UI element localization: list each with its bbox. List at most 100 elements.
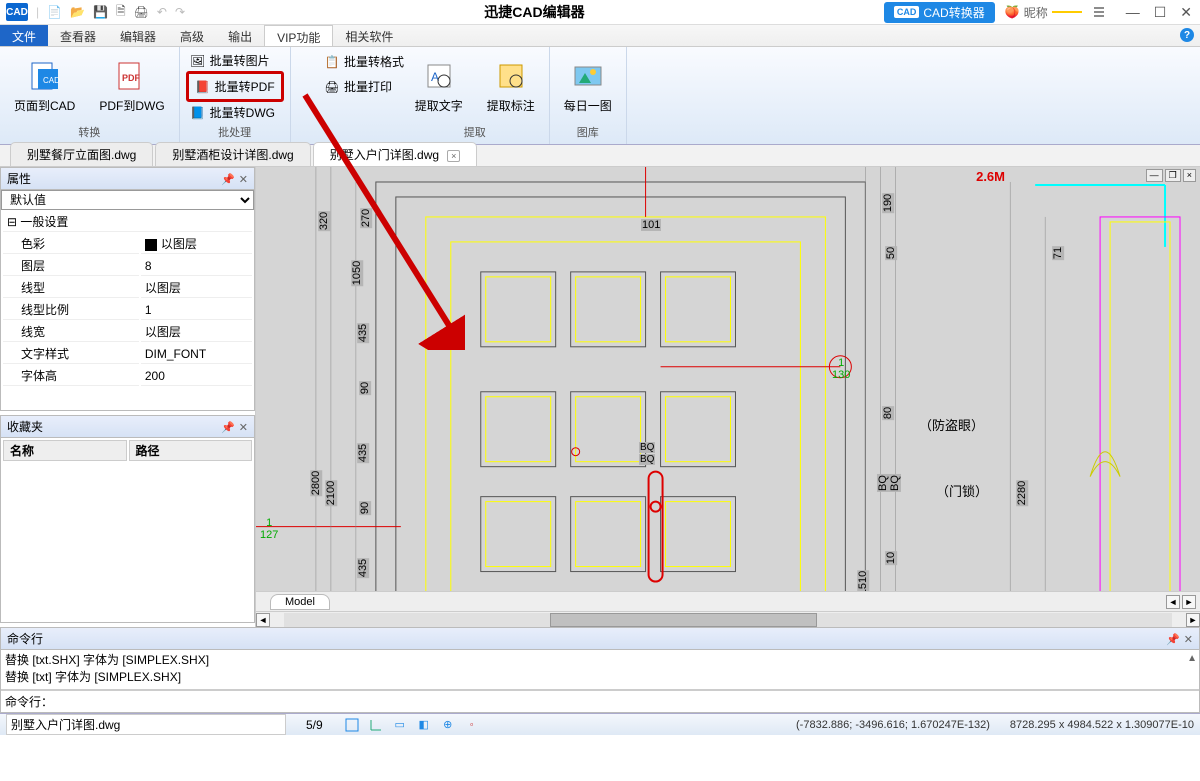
prop-val-layer[interactable]: 8 bbox=[141, 256, 252, 276]
toggle2-icon[interactable]: ◧ bbox=[415, 716, 433, 734]
menu-output[interactable]: 输出 bbox=[216, 25, 264, 46]
snap-icon[interactable] bbox=[343, 716, 361, 734]
menu-vip[interactable]: VIP功能 bbox=[264, 25, 333, 46]
batch-img-label: 批量转图片 bbox=[210, 52, 270, 69]
doc-tab-3-label: 别墅入户门详图.dwg bbox=[330, 148, 439, 162]
prop-val-textstyle[interactable]: DIM_FONT bbox=[141, 344, 252, 364]
prop-val-color[interactable]: 以图层 bbox=[141, 234, 252, 254]
minimize-button[interactable]: — bbox=[1126, 4, 1140, 21]
status-dims: 8728.295 x 4984.522 x 1.309077E-10 bbox=[1010, 719, 1194, 731]
doc-tab-3[interactable]: 别墅入户门详图.dwg × bbox=[313, 142, 478, 166]
new-icon[interactable]: 📄 bbox=[47, 5, 62, 19]
batch-to-dwg-button[interactable]: 📘批量转DWG bbox=[186, 102, 279, 123]
batch-print-button[interactable]: 🖨批量打印 bbox=[320, 76, 396, 97]
toggle3-icon[interactable]: ⊕ bbox=[439, 716, 457, 734]
format-icon: 📋 bbox=[324, 54, 340, 70]
properties-title: 属性 bbox=[7, 170, 31, 187]
fav-col-name[interactable]: 名称 bbox=[3, 440, 127, 461]
help-icon[interactable]: ? bbox=[1180, 28, 1194, 42]
layout-prev-icon[interactable]: ◄ bbox=[1166, 595, 1180, 609]
cad-converter-button[interactable]: CAD CAD转换器 bbox=[884, 2, 995, 23]
dim-101: 101 bbox=[641, 219, 661, 231]
extract-text-icon: A bbox=[422, 59, 456, 93]
group-title-batch: 批处理 bbox=[186, 124, 284, 142]
fav-col-path[interactable]: 路径 bbox=[129, 440, 253, 461]
scroll-thumb[interactable] bbox=[550, 613, 816, 627]
section-label: 一般设置 bbox=[20, 215, 68, 229]
scroll-right-icon[interactable]: ► bbox=[1186, 613, 1200, 627]
close-button[interactable]: ✕ bbox=[1180, 4, 1192, 21]
menu-viewer[interactable]: 查看器 bbox=[48, 25, 108, 46]
redo-icon[interactable]: ↷ bbox=[175, 5, 185, 19]
toggle1-icon[interactable]: ▭ bbox=[391, 716, 409, 734]
doc-tab-2-label: 别墅酒柜设计详图.dwg bbox=[172, 148, 293, 162]
toggle4-icon[interactable]: ◦ bbox=[463, 716, 481, 734]
ucs-icon[interactable] bbox=[367, 716, 385, 734]
menu-related[interactable]: 相关软件 bbox=[333, 25, 405, 46]
properties-combo[interactable]: 默认值 bbox=[1, 190, 254, 210]
document-tabs: 别墅餐厅立面图.dwg 别墅酒柜设计详图.dwg 别墅入户门详图.dwg × bbox=[0, 145, 1200, 167]
scroll-left-icon[interactable]: ◄ bbox=[256, 613, 270, 627]
layout-next-icon[interactable]: ► bbox=[1182, 595, 1196, 609]
save-icon[interactable]: 💾 bbox=[93, 5, 108, 19]
group-title-extract: 提取 bbox=[407, 124, 543, 142]
extract-annot-label: 提取标注 bbox=[487, 97, 535, 114]
horizontal-scrollbar[interactable]: ◄ ► bbox=[256, 611, 1200, 627]
status-icons: ▭ ◧ ⊕ ◦ bbox=[343, 716, 481, 734]
menu-editor[interactable]: 编辑器 bbox=[108, 25, 168, 46]
cmd-pin-icon[interactable]: 📌 bbox=[1166, 634, 1180, 646]
close-tab-icon[interactable]: × bbox=[447, 150, 460, 162]
prop-val-textheight[interactable]: 200 bbox=[141, 366, 252, 386]
dim-10: 10 bbox=[885, 551, 897, 565]
pdf-to-dwg-button[interactable]: PDF PDF到DWG bbox=[91, 55, 172, 118]
undo-icon[interactable]: ↶ bbox=[157, 5, 167, 19]
dim-2100: 2100 bbox=[325, 480, 337, 506]
model-tab[interactable]: Model bbox=[270, 594, 330, 610]
extract-annotation-button[interactable]: 提取标注 bbox=[479, 55, 543, 118]
cmdlog-scroll-icon[interactable]: ▲ bbox=[1187, 652, 1197, 666]
drawing-canvas[interactable]: — ❐ × bbox=[256, 167, 1200, 591]
dim-190: 190 bbox=[882, 193, 894, 213]
scroll-track[interactable] bbox=[284, 613, 1172, 627]
maximize-button[interactable]: ☐ bbox=[1154, 4, 1167, 21]
dim-435c: 435 bbox=[357, 558, 369, 578]
properties-table: ⊟ 一般设置 色彩以图层 图层8 线型以图层 线型比例1 线宽以图层 文字样式D… bbox=[1, 210, 254, 388]
dim-bq3: BQ bbox=[877, 474, 889, 492]
open-icon[interactable]: 📂 bbox=[70, 5, 85, 19]
pdf-to-dwg-label: PDF到DWG bbox=[99, 97, 164, 114]
fav-pin-icon[interactable]: 📌 bbox=[221, 422, 235, 434]
menu-advanced[interactable]: 高级 bbox=[168, 25, 216, 46]
print-icon[interactable]: 🖨 bbox=[134, 5, 149, 19]
daily-image-button[interactable]: 每日一图 bbox=[556, 55, 620, 118]
save-all-icon[interactable]: 🗎 bbox=[116, 2, 126, 23]
cmd-prompt-label: 命令行： bbox=[5, 693, 53, 710]
status-coords: (-7832.886; -3496.616; 1.670247E-132) bbox=[796, 719, 990, 731]
favorites-panel: 收藏夹📌✕ 名称路径 bbox=[0, 415, 255, 623]
batch-to-format-button[interactable]: 📋批量转格式 bbox=[320, 51, 408, 72]
menu-file[interactable]: 文件 bbox=[0, 25, 48, 46]
prop-val-lineweight[interactable]: 以图层 bbox=[141, 322, 252, 342]
cmd-close-icon[interactable]: ✕ bbox=[1184, 634, 1193, 646]
user-nickname[interactable]: 🍑 昵称 bbox=[1005, 4, 1082, 21]
extract-text-button[interactable]: A 提取文字 bbox=[407, 55, 471, 118]
batch-to-image-button[interactable]: 🖼批量转图片 bbox=[186, 50, 274, 71]
doc-tab-2[interactable]: 别墅酒柜设计详图.dwg bbox=[155, 142, 310, 166]
panel-pin-icon[interactable]: 📌 bbox=[221, 174, 235, 186]
cmd-log-line-2: 替换 [txt] 字体为 [SIMPLEX.SHX] bbox=[5, 669, 1195, 686]
menu-lines-icon[interactable] bbox=[1092, 5, 1106, 19]
page-to-cad-button[interactable]: CAD 页面到CAD bbox=[6, 55, 83, 118]
dim-71: 71 bbox=[1052, 246, 1064, 260]
command-input[interactable] bbox=[53, 693, 1195, 710]
ribbon-group-gallery: 每日一图 图库 bbox=[550, 47, 627, 144]
batch-print-label: 批量打印 bbox=[344, 78, 392, 95]
dwg-icon: 📘 bbox=[190, 105, 206, 121]
doc-tab-1[interactable]: 别墅餐厅立面图.dwg bbox=[10, 142, 153, 166]
prop-key-ltscale: 线型比例 bbox=[3, 300, 139, 320]
fav-close-icon[interactable]: ✕ bbox=[239, 422, 248, 434]
prop-val-ltscale[interactable]: 1 bbox=[141, 300, 252, 320]
panel-close-icon[interactable]: ✕ bbox=[239, 174, 248, 186]
converter-label: CAD转换器 bbox=[923, 4, 984, 21]
batch-to-pdf-button[interactable]: 📕批量转PDF bbox=[186, 71, 284, 102]
prop-val-linetype[interactable]: 以图层 bbox=[141, 278, 252, 298]
model-tab-row: Model ◄► bbox=[256, 591, 1200, 611]
